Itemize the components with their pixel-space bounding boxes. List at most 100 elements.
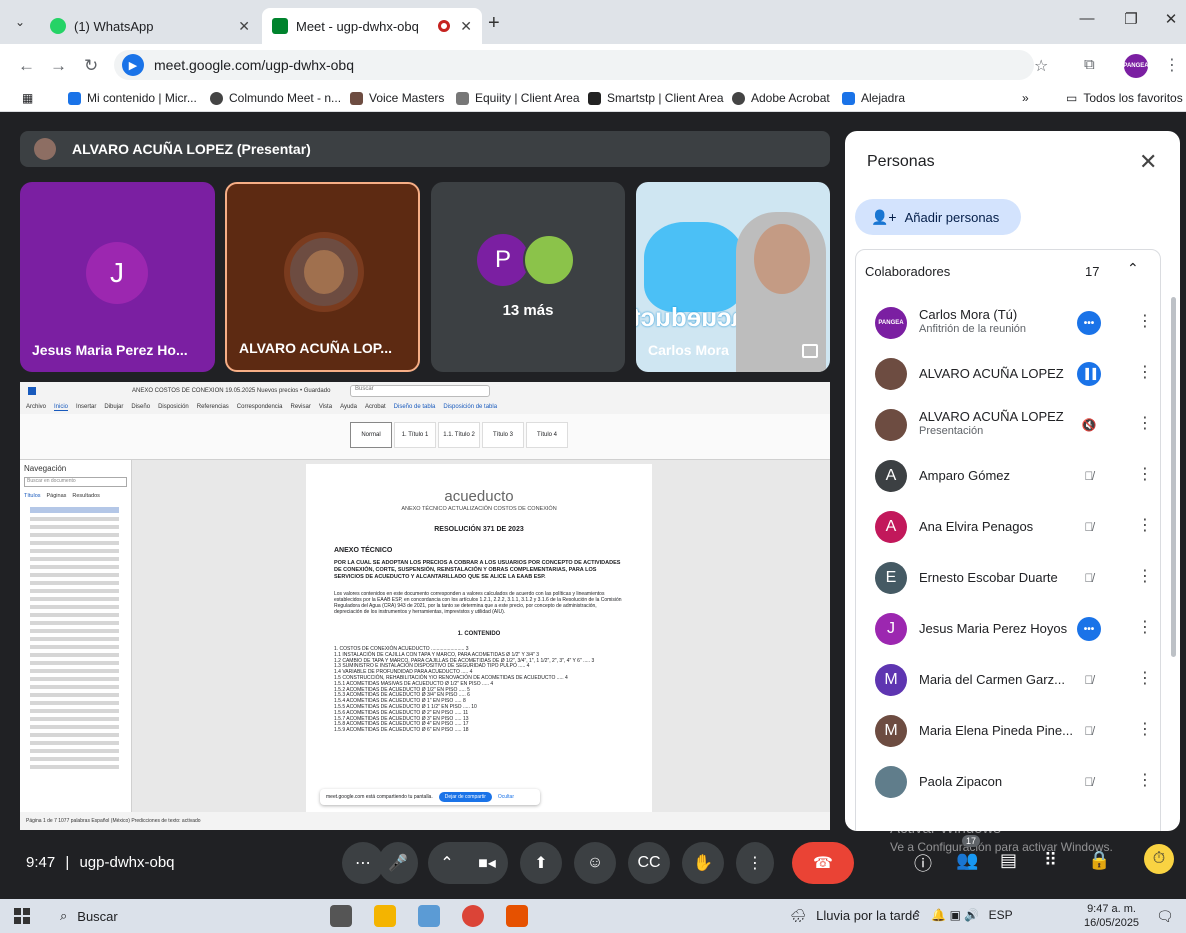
info-icon[interactable]: ⓘ: [914, 850, 932, 876]
host-controls-icon[interactable]: 🔒: [1088, 850, 1110, 871]
tab-whatsapp[interactable]: (1) WhatsApp ✕: [40, 8, 260, 44]
more-options-icon[interactable]: ⋮: [1137, 515, 1153, 535]
bookmark-item[interactable]: Voice Masters: [350, 91, 444, 105]
participant-tile-active-speaker[interactable]: ALVARO ACUÑA LOP...: [225, 182, 420, 372]
chevron-up-icon[interactable]: ⌃: [440, 853, 453, 873]
task-view-icon[interactable]: [330, 905, 352, 927]
more-options-icon[interactable]: ⋮: [1137, 617, 1153, 637]
apps-grid-icon[interactable]: ▦: [22, 91, 33, 105]
participant-row[interactable]: Paola Zipacon 🎙̸ ⋮: [855, 758, 1161, 809]
teams-icon[interactable]: [418, 905, 440, 927]
more-options-icon[interactable]: ⋮: [1137, 566, 1153, 586]
participant-row[interactable]: ALVARO ACUÑA LOPEZ Presentación 🔇 ⋮: [855, 401, 1161, 452]
url-input[interactable]: ▶ meet.google.com/ugp-dwhx-obq: [114, 50, 1034, 80]
chat-icon[interactable]: ▤: [1000, 850, 1017, 871]
onedrive-icon: [68, 91, 81, 105]
smartstp-icon: [588, 91, 601, 105]
meta-icon: [842, 91, 855, 105]
avatar: A: [875, 460, 907, 492]
avatar: [875, 766, 907, 798]
tab-title: Meet - ugp-dwhx-obq: [296, 18, 419, 34]
participant-tile[interactable]: J Jesus Maria Perez Ho...: [20, 182, 215, 372]
captions-button[interactable]: CC: [628, 842, 670, 884]
participant-tile[interactable]: acueducto Carlos Mora: [636, 182, 830, 372]
bookmark-item[interactable]: Colmundo Meet - n...: [210, 91, 341, 105]
bookmark-item[interactable]: Adobe Acrobat: [732, 91, 830, 105]
activities-icon[interactable]: ⠿: [1044, 850, 1057, 871]
more-participants-tile[interactable]: P 13 más: [431, 182, 625, 372]
more-options-icon[interactable]: ⋮: [1137, 362, 1153, 382]
restore-button[interactable]: ❐: [1116, 10, 1146, 28]
mic-off-icon: 🎙̸: [1084, 673, 1094, 687]
file-explorer-icon[interactable]: [374, 905, 396, 927]
notification-icon[interactable]: 🗨: [1156, 908, 1174, 925]
close-icon[interactable]: ✕: [1139, 149, 1157, 175]
doc-toc: 1. COSTOS DE CONEXIÓN ACUEDUCTO ........…: [334, 646, 595, 734]
minimize-button[interactable]: —: [1072, 10, 1102, 27]
participant-row[interactable]: PANGEA Carlos Mora (Tú) Anfitrión de la …: [855, 299, 1161, 350]
presenter-bar[interactable]: ALVARO ACUÑA LOPEZ (Presentar): [20, 131, 830, 167]
close-icon[interactable]: ✕: [460, 18, 472, 35]
new-tab-button[interactable]: +: [488, 12, 500, 35]
emoji-icon: ☺: [586, 854, 604, 871]
reload-button[interactable]: ↻: [84, 56, 98, 76]
extensions-icon[interactable]: ⧉: [1084, 56, 1095, 73]
microphone-button[interactable]: 🎤: [378, 842, 418, 884]
mic-off-icon: 🎙̸: [1084, 775, 1094, 789]
back-button[interactable]: ←: [18, 56, 35, 76]
participant-row[interactable]: M Maria Elena Pineda Pine... 🎙̸ ⋮: [855, 707, 1161, 758]
bookmark-item[interactable]: Alejadra: [842, 91, 905, 105]
raise-hand-button[interactable]: ✋: [682, 842, 724, 884]
weather-widget[interactable]: 🌧 Lluvia por la tarde: [790, 908, 919, 924]
chevron-up-icon[interactable]: ⌃: [1127, 260, 1139, 277]
people-icon[interactable]: 👥: [956, 850, 978, 871]
participant-row[interactable]: ALVARO ACUÑA LOPEZ ▐▐ ⋮: [855, 350, 1161, 401]
avatar: [523, 234, 575, 286]
more-options-icon[interactable]: ⋮: [1137, 311, 1153, 331]
participant-row[interactable]: M Maria del Carmen Garz... 🎙̸ ⋮: [855, 656, 1161, 707]
windows-start-icon[interactable]: [14, 908, 30, 924]
rain-icon: 🌧: [790, 908, 807, 923]
participant-row[interactable]: E Ernesto Escobar Duarte 🎙̸ ⋮: [855, 554, 1161, 605]
participant-row[interactable]: A Amparo Gómez 🎙̸ ⋮: [855, 452, 1161, 503]
bookmark-item[interactable]: Smartstp | Client Area: [588, 91, 724, 105]
close-icon[interactable]: ✕: [238, 18, 250, 35]
browser-menu-icon[interactable]: ⋮: [1164, 55, 1180, 75]
more-actions-button[interactable]: ⋮: [736, 842, 774, 884]
bookmark-star-icon[interactable]: ☆: [1034, 56, 1048, 76]
more-options-icon[interactable]: ⋮: [1137, 413, 1153, 433]
timer-icon[interactable]: ⏱: [1144, 844, 1174, 874]
tab-search-button[interactable]: ⌄: [8, 10, 32, 34]
all-bookmarks[interactable]: ▭ Todos los favoritos: [1066, 91, 1183, 105]
app-icon[interactable]: [506, 905, 528, 927]
more-options-icon[interactable]: ⋮: [1137, 668, 1153, 688]
more-options-icon[interactable]: ⋮: [1137, 719, 1153, 739]
bookmark-item[interactable]: Mi contenido | Micr...: [68, 91, 197, 105]
taskbar-clock[interactable]: 9:47 a. m. 16/05/2025: [1084, 902, 1139, 930]
participant-row[interactable]: J Jesus Maria Perez Hoyos ••• ⋮: [855, 605, 1161, 656]
panel-scrollbar[interactable]: [1171, 297, 1176, 657]
more-count-label: 13 más: [502, 302, 554, 319]
taskbar-search[interactable]: ⌕ Buscar: [50, 903, 320, 929]
participant-row[interactable]: A Ana Elvira Penagos 🎙̸ ⋮: [855, 503, 1161, 554]
more-options-icon[interactable]: ⋮: [1137, 464, 1153, 484]
add-people-button[interactable]: 👤+ Añadir personas: [855, 199, 1021, 235]
site-info-icon[interactable]: ▶: [122, 54, 144, 76]
meeting-code: ugp-dwhx-obq: [79, 854, 175, 871]
system-tray[interactable]: ⌃ 🔔 ▣ 🔊 ESP: [912, 908, 1013, 922]
pin-icon[interactable]: [802, 344, 818, 358]
chrome-icon[interactable]: [462, 905, 484, 927]
bookmark-item[interactable]: Equiity | Client Area: [456, 91, 580, 105]
emoji-button[interactable]: ☺: [574, 842, 616, 884]
profile-avatar[interactable]: PANGEA: [1123, 54, 1149, 78]
camera-button[interactable]: ⌃ ■◂: [428, 842, 508, 884]
window-close-button[interactable]: ✕: [1156, 10, 1186, 28]
avatar: [284, 232, 364, 312]
present-button[interactable]: ⬆: [520, 842, 562, 884]
leave-call-button[interactable]: ☎: [792, 842, 854, 884]
tab-meet[interactable]: Meet - ugp-dwhx-obq ✕: [262, 8, 482, 44]
bookmarks-overflow[interactable]: »: [1022, 91, 1029, 105]
forward-button[interactable]: →: [50, 56, 67, 76]
more-options-icon[interactable]: ⋮: [1137, 770, 1153, 790]
chevron-up-icon[interactable]: ⌃: [912, 908, 922, 922]
